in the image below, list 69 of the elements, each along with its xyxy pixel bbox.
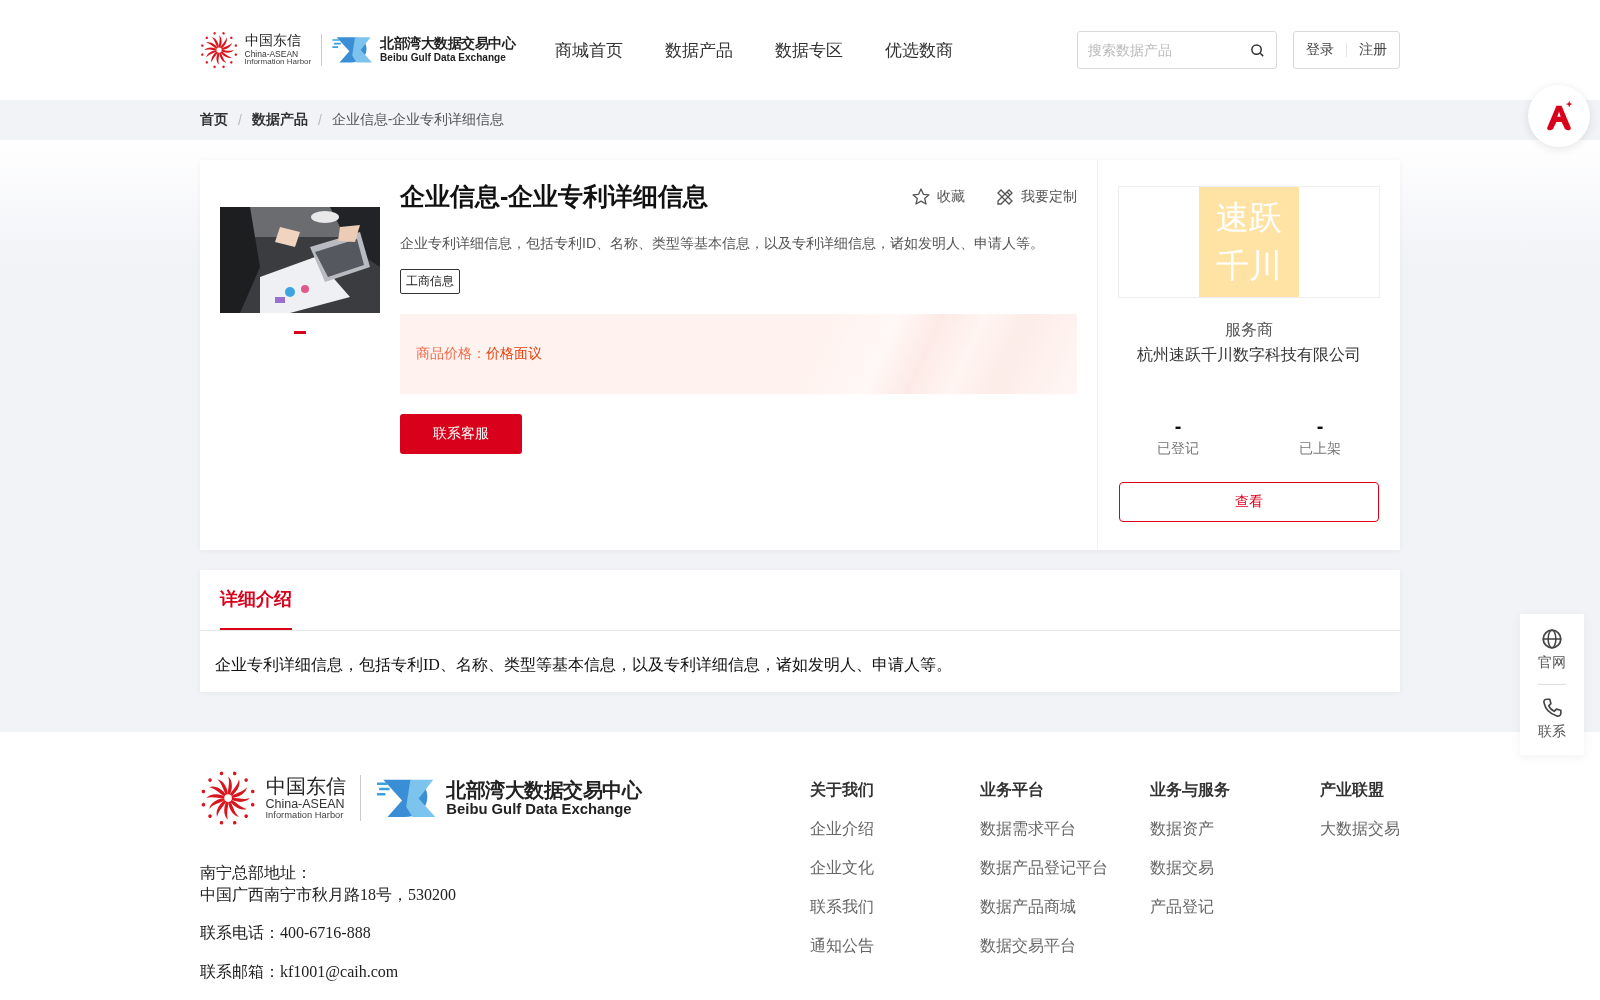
- nav-link[interactable]: 商城首页: [555, 38, 624, 62]
- logo-text: 北部湾大数据交易中心: [380, 37, 516, 51]
- breadcrumb-item[interactable]: 首页: [200, 111, 228, 129]
- address-label: 南宁总部地址：: [200, 863, 313, 884]
- footer-link[interactable]: 数据交易: [1150, 858, 1320, 879]
- footer-link[interactable]: 数据产品登记平台: [980, 858, 1150, 879]
- nav-link[interactable]: 数据产品: [665, 38, 734, 62]
- logo-subtitle: Beibu Gulf Data Exchange: [380, 52, 507, 63]
- logo-subtitle: China-ASEAN: [265, 798, 346, 811]
- globe-icon: [1541, 628, 1563, 650]
- search-field[interactable]: 搜索数据产品: [1077, 31, 1277, 69]
- search-icon[interactable]: [1250, 43, 1265, 58]
- footer-link[interactable]: 数据需求平台: [980, 819, 1150, 840]
- favorite-button[interactable]: 收藏: [911, 186, 965, 207]
- website-button[interactable]: 官网: [1538, 626, 1566, 674]
- auth-link[interactable]: 登录: [1306, 41, 1334, 59]
- footer-heading: 业务平台: [980, 780, 1045, 800]
- logo-subtitle: Information Harbor: [244, 58, 312, 67]
- breadcrumb-separator: /: [238, 112, 242, 128]
- detail-text: 企业专利详细信息，包括专利ID、名称、类型等基本信息，以及专利详细信息，诸如发明人、申请人等。: [214, 655, 953, 675]
- breadcrumb-item[interactable]: 企业信息-企业专利详细信息: [331, 111, 505, 129]
- provider-logo-text: 速跃: [1216, 198, 1282, 239]
- contact-button[interactable]: 联系: [1538, 695, 1566, 743]
- footer-link[interactable]: 企业文化: [810, 858, 980, 879]
- price-text: 商品价格：价格面议: [416, 345, 542, 363]
- logo-text: 中国东信: [265, 776, 346, 797]
- contact-service-button[interactable]: 联系客服: [400, 414, 522, 454]
- breadcrumb-separator: /: [317, 112, 322, 128]
- nav-link[interactable]: 数据专区: [775, 38, 844, 62]
- address-text: 中国广西南宁市秋月路18号，530200: [200, 884, 457, 905]
- product-title: 企业信息-企业专利详细信息: [400, 181, 709, 212]
- stat-value: -: [1174, 416, 1182, 436]
- stat-label: 已上架: [1299, 440, 1341, 458]
- breadcrumb-item[interactable]: 数据产品: [251, 111, 308, 129]
- footer-link[interactable]: 数据交易平台: [980, 936, 1150, 957]
- logo-text: 北部湾大数据交易中心: [446, 779, 642, 800]
- phone-icon: [1541, 697, 1563, 719]
- provider-name: 杭州速跃千川数字科技有限公司: [1137, 345, 1361, 365]
- provider-role: 服务商: [1225, 320, 1273, 340]
- logo-text: 中国东信: [244, 33, 302, 48]
- footer-link[interactable]: 数据资产: [1150, 819, 1320, 840]
- flower-logo-icon: [200, 30, 239, 70]
- footer-heading: 关于我们: [810, 780, 875, 800]
- customize-button[interactable]: 我要定制: [995, 186, 1077, 207]
- footer-link[interactable]: 联系我们: [810, 897, 980, 918]
- footer-link[interactable]: 企业介绍: [810, 819, 980, 840]
- footer-heading: 业务与服务: [1150, 780, 1231, 800]
- footer-link[interactable]: 通知公告: [810, 936, 980, 957]
- view-button[interactable]: 查看: [1119, 482, 1379, 522]
- stat-value: -: [1316, 416, 1324, 436]
- nav-link[interactable]: 优选数商: [885, 38, 954, 62]
- footer-heading: 产业联盟: [1320, 780, 1385, 800]
- email-text: 联系邮箱：kf1001@caih.com: [200, 962, 400, 983]
- exchange-logo-icon: [331, 34, 374, 66]
- flower-logo-icon: [200, 770, 257, 827]
- category-tag: 工商信息: [400, 269, 460, 294]
- star-icon: [911, 186, 931, 207]
- provider-logo-text: 千川: [1216, 246, 1282, 286]
- detail-tab[interactable]: 详细介绍: [220, 570, 292, 630]
- phone-text: 联系电话：400-6716-888: [200, 923, 372, 944]
- product-description: 企业专利详细信息，包括专利ID、名称、类型等基本信息，以及专利详细信息，诸如发明人、申请人等。: [400, 235, 1045, 253]
- footer-link[interactable]: 产品登记: [1150, 897, 1320, 918]
- stat-label: 已登记: [1157, 440, 1199, 458]
- logo-subtitle: Information Harbor: [265, 810, 345, 821]
- logo-subtitle: Beibu Gulf Data Exchange: [446, 801, 633, 817]
- footer-link[interactable]: 大数据交易: [1320, 819, 1400, 840]
- logo-subtitle: China-ASEAN: [244, 49, 300, 59]
- footer-link[interactable]: 数据产品商城: [980, 897, 1150, 918]
- auth-link[interactable]: 注册: [1359, 41, 1387, 59]
